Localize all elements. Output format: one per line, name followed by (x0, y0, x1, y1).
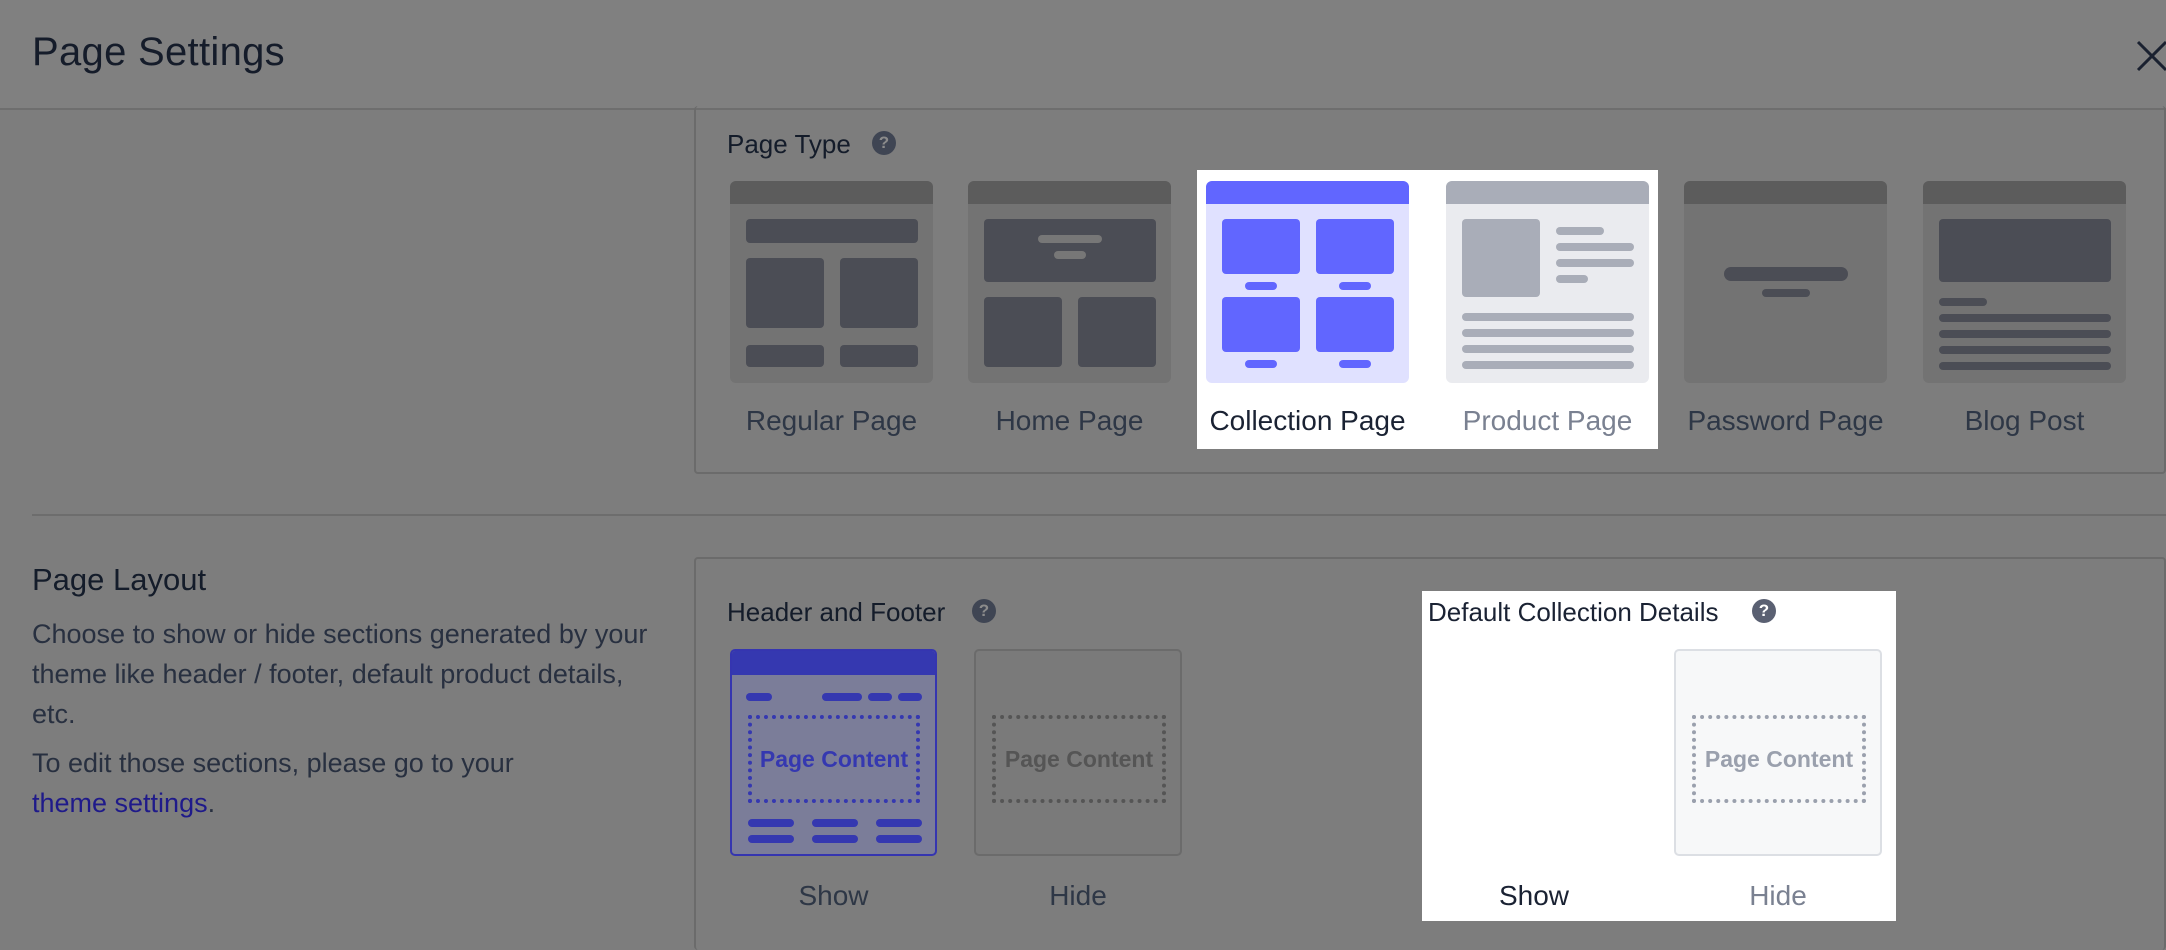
collection-page-card[interactable] (1206, 181, 1409, 383)
password-page-label[interactable]: Password Page (1684, 405, 1887, 437)
theme-settings-hint: To edit those sections, please go to you… (32, 743, 672, 823)
header-footer-show-label[interactable]: Show (730, 880, 937, 912)
page-title: Page Settings (32, 30, 285, 74)
regular-page-card[interactable] (730, 181, 933, 383)
password-page-card[interactable] (1684, 181, 1887, 383)
collection-details-hide-option[interactable]: Page Content (1674, 649, 1882, 856)
section-divider (32, 514, 2166, 516)
hint-suffix: . (207, 788, 216, 818)
header-footer-hide-option[interactable]: Page Content (974, 649, 1182, 856)
collection-details-show-option[interactable] (1430, 649, 1638, 856)
help-icon[interactable]: ? (972, 599, 996, 623)
help-icon[interactable]: ? (872, 131, 896, 155)
header-footer-label: Header and Footer (727, 597, 946, 627)
regular-page-label[interactable]: Regular Page (730, 405, 933, 437)
collection-page-label[interactable]: Collection Page (1206, 405, 1409, 437)
home-page-card[interactable] (968, 181, 1171, 383)
collection-details-label: Default Collection Details (1428, 597, 1719, 627)
blog-post-card[interactable] (1923, 181, 2126, 383)
blog-post-label[interactable]: Blog Post (1923, 405, 2126, 437)
page-content-preview: Page Content (992, 715, 1166, 803)
page-content-preview: Page Content (748, 715, 920, 803)
hint-prefix: To edit those sections, please go to you… (32, 748, 514, 778)
header-footer-hide-label[interactable]: Hide (974, 880, 1182, 912)
product-page-card[interactable] (1446, 181, 1649, 383)
page-content-preview: Page Content (1692, 715, 1866, 803)
home-page-label[interactable]: Home Page (968, 405, 1171, 437)
header-footer-show-option[interactable]: Page Content (730, 649, 937, 856)
page-layout-title: Page Layout (32, 562, 207, 597)
close-icon (2136, 40, 2166, 72)
page-type-label: Page Type (727, 129, 851, 159)
page-layout-description: Choose to show or hide sections generate… (32, 619, 648, 729)
collection-details-hide-label[interactable]: Hide (1674, 880, 1882, 912)
dialog-header (0, 0, 2166, 110)
help-icon[interactable]: ? (1752, 599, 1776, 623)
theme-settings-link[interactable]: theme settings (32, 788, 208, 818)
collection-details-show-label[interactable]: Show (1430, 880, 1638, 912)
product-page-label[interactable]: Product Page (1446, 405, 1649, 437)
close-button[interactable] (2132, 36, 2166, 76)
